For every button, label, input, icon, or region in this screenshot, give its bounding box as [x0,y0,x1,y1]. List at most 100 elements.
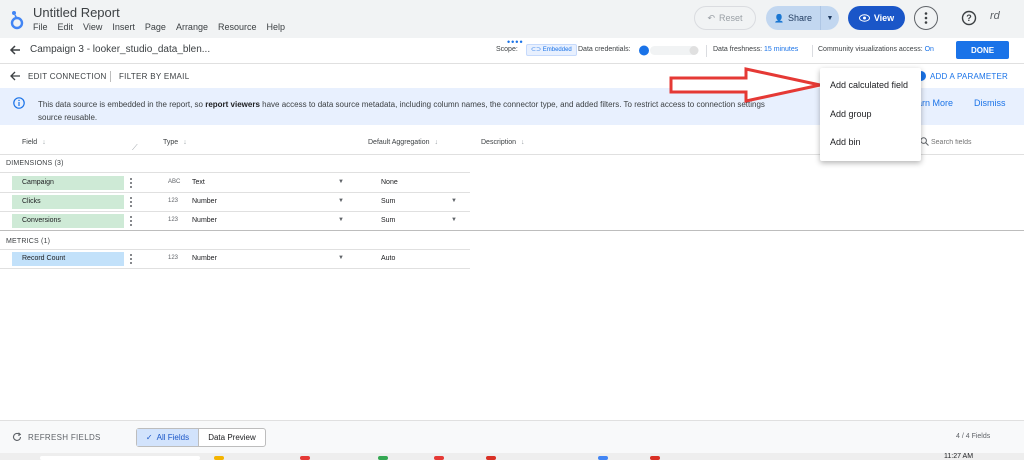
aggregation-select[interactable]: Sum [381,217,395,224]
check-icon: ✓ [145,433,153,442]
menu-page[interactable]: Page [145,22,166,32]
caret-down-icon[interactable]: ▼ [451,217,457,223]
community-visualizations-access[interactable]: Community visualizations access: On [818,46,934,53]
add-field-menu: Add calculated field Add group Add bin [820,68,921,161]
field-chip-dimension[interactable]: Conversions [12,214,124,228]
scope-embedded-chip[interactable]: ⊂⊃ Embedded [526,44,577,56]
sort-arrow-icon: ↓ [183,139,187,146]
arrow-left-icon[interactable] [8,43,22,57]
menu-arrange[interactable]: Arrange [176,22,208,32]
view-label: View [873,13,895,23]
caret-down-icon[interactable]: ▼ [338,179,344,185]
share-button[interactable]: 👤 Share [766,6,820,30]
menu-view[interactable]: View [83,22,102,32]
taskbar-search-box[interactable] [40,456,200,460]
type-select[interactable]: Number [192,217,217,224]
row-divider [0,268,470,269]
refresh-icon[interactable] [12,432,22,442]
taskbar-app-icon[interactable] [378,456,388,460]
add-bin-item[interactable]: Add bin [830,137,861,147]
number-type-icon: 123 [168,217,179,223]
table-row[interactable]: Record Count 123 Number ▼ Auto [0,249,470,268]
done-button[interactable]: DONE [956,41,1009,59]
data-source-title[interactable]: Campaign 3 - looker_studio_data_blen... [30,44,210,55]
add-calculated-field-item[interactable]: Add calculated field [830,80,908,90]
column-header-description[interactable]: Description ↓ [481,139,525,146]
more-vert-icon[interactable] [129,177,133,189]
edit-connection-link[interactable]: EDIT CONNECTION [28,72,107,81]
banner-text-start: This data source is embedded in the repo… [38,100,206,109]
resize-handle-icon[interactable]: ⟋ [132,143,138,153]
aggregation-select[interactable]: Sum [381,198,395,205]
caret-down-icon[interactable]: ▼ [338,255,344,261]
dimensions-section-label: DIMENSIONS (3) [6,160,64,167]
type-select[interactable]: Text [192,179,205,186]
field-chip-dimension[interactable]: Campaign [12,176,124,190]
taskbar-app-icon[interactable] [486,456,496,460]
add-parameter-button[interactable]: ADD A PARAMETER [930,72,1008,81]
table-row[interactable]: Campaign ABC Text ▼ None [0,173,470,192]
report-title[interactable]: Untitled Report [33,5,120,20]
table-row[interactable]: Conversions 123 Number ▼ Sum ▼ [0,211,470,230]
more-vert-icon[interactable] [129,253,133,265]
add-group-item[interactable]: Add group [830,109,872,119]
taskbar-app-icon[interactable] [300,456,310,460]
field-chip-metric[interactable]: Record Count [12,252,124,266]
more-options-button[interactable] [914,6,938,30]
taskbar-app-icon[interactable] [598,456,608,460]
caret-down-icon[interactable]: ▼ [338,217,344,223]
menu-resource[interactable]: Resource [218,22,257,32]
field-count: 4 / 4 Fields [956,433,991,440]
arrow-left-icon[interactable] [9,70,21,82]
aggregation-value: None [381,179,398,186]
menu-edit[interactable]: Edit [58,22,74,32]
caret-down-icon[interactable]: ▼ [338,198,344,204]
divider [110,71,111,82]
menu-help[interactable]: Help [267,22,286,32]
view-toggle: ✓ All Fields Data Preview [136,428,266,447]
field-chip-dimension[interactable]: Clicks [12,195,124,209]
data-freshness[interactable]: Data freshness: 15 minutes [713,46,798,53]
sort-arrow-icon: ↓ [434,139,439,146]
looker-studio-logo-icon[interactable] [8,9,26,31]
table-row[interactable]: Clicks 123 Number ▼ Sum ▼ [0,192,470,211]
search-fields-input[interactable] [931,136,1006,148]
aggregation-value: Auto [381,255,396,262]
help-circle-icon[interactable]: ? [961,10,977,26]
caret-down-icon[interactable]: ▼ [451,198,457,204]
freshness-value[interactable]: 15 minutes [764,46,798,53]
taskbar-app-icon[interactable] [434,456,444,460]
taskbar-app-icon[interactable] [214,456,224,460]
column-header-type[interactable]: Type ↓ [163,139,187,146]
column-header-aggregation[interactable]: Default Aggregation ↓ [368,139,438,146]
dismiss-button[interactable]: Dismiss [974,98,1006,108]
reset-label: Reset [719,13,743,23]
type-header-label: Type [163,139,179,146]
reset-button[interactable]: ↶ Reset [694,6,756,30]
share-dropdown-button[interactable]: ▼ [820,6,839,30]
refresh-fields-button[interactable]: REFRESH FIELDS [28,433,101,442]
credentials-selector[interactable] [638,44,702,57]
user-avatar[interactable]: rd [990,10,1000,22]
data-preview-tab[interactable]: Data Preview [199,429,265,446]
freshness-label: Data freshness: [713,46,763,53]
taskbar-app-icon[interactable] [650,456,660,460]
filter-by-email-link[interactable]: FILTER BY EMAIL [119,72,189,81]
all-fields-label: All Fields [156,433,190,442]
column-header-field[interactable]: Field ↓ [22,139,46,146]
all-fields-tab[interactable]: ✓ All Fields [137,429,199,446]
number-type-icon: 123 [168,198,179,204]
menu-file[interactable]: File [33,22,48,32]
sort-arrow-icon: ↓ [521,139,525,146]
view-button[interactable]: View [848,6,905,30]
community-value[interactable]: On [925,46,934,53]
section-divider [0,230,1024,231]
svg-text:?: ? [966,13,972,23]
divider [706,45,707,57]
text-type-icon: ABC [168,179,181,185]
type-select[interactable]: Number [192,198,217,205]
more-vert-icon[interactable] [129,196,133,208]
more-vert-icon[interactable] [129,215,133,227]
type-select[interactable]: Number [192,255,217,262]
menu-insert[interactable]: Insert [112,22,135,32]
